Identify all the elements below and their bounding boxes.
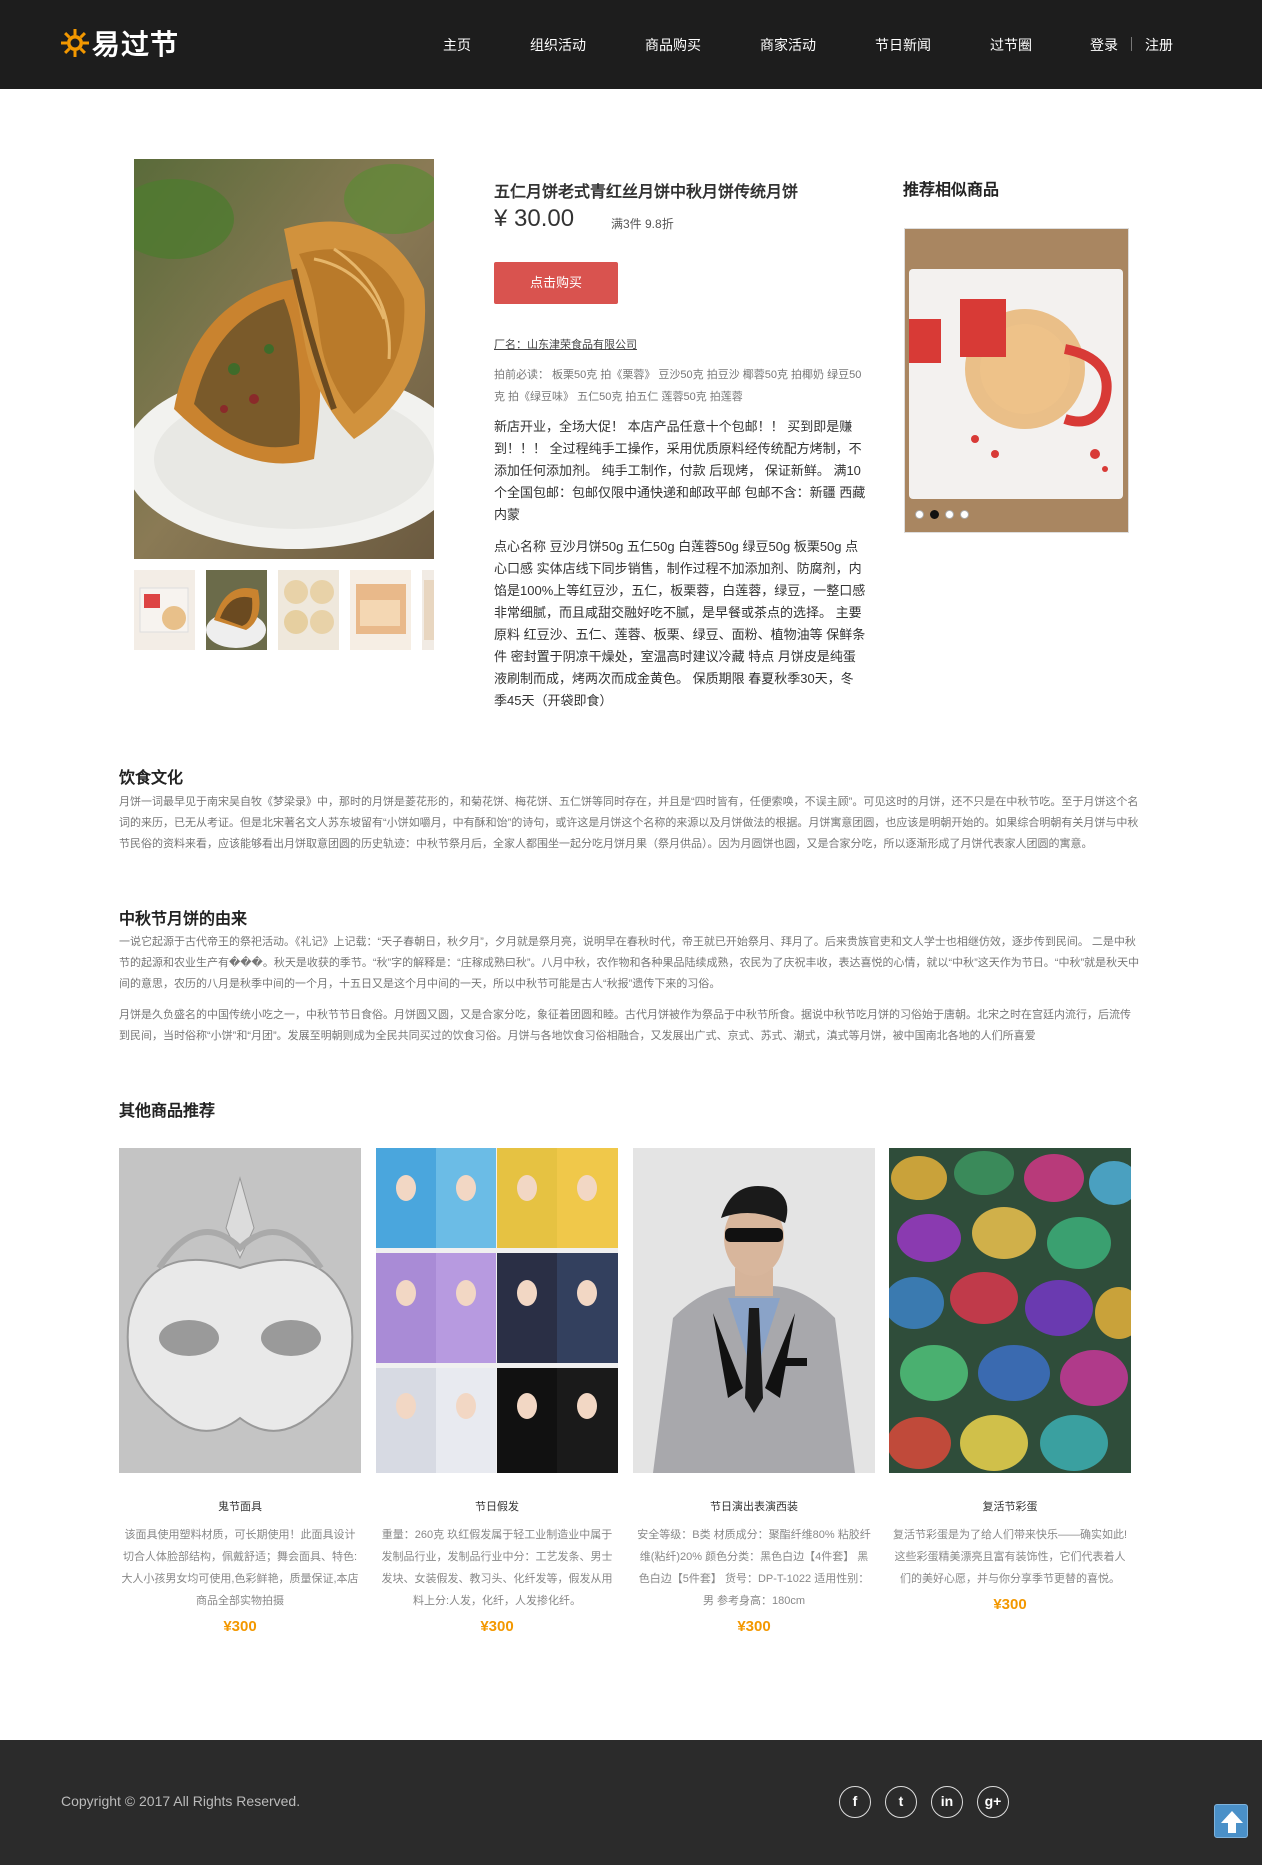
thumbnail-strip [134, 570, 434, 650]
thumbnail[interactable] [134, 570, 195, 650]
nav-shop[interactable]: 商品购买 [645, 35, 701, 55]
product-card-desc: 复活节彩蛋是为了给人们带来快乐——确实如此!这些彩蛋精美漂亮且富有装饰性，它们代… [892, 1529, 1128, 1585]
product-card-name[interactable]: 节日演出表演西装 [633, 1498, 875, 1514]
factory-link[interactable]: 厂名：山东津荣食品有限公司 [494, 336, 637, 352]
product-card-desc: 安全等级：B类 材质成分：聚酯纤维80% 粘胶纤维(粘纤)20% 颜色分类：黑色… [637, 1529, 871, 1607]
nav-home[interactable]: 主页 [443, 35, 471, 55]
mask-image [119, 1148, 361, 1473]
nav-holiday-circle[interactable]: 过节圈 [990, 35, 1032, 55]
product-card-image[interactable] [633, 1148, 875, 1473]
copyright-text: Copyright © 2017 All Rights Reserved. [61, 1793, 301, 1809]
facebook-icon[interactable]: f [839, 1786, 871, 1818]
product-card-price: ¥300 [737, 1618, 771, 1635]
product-card-price: ¥300 [993, 1596, 1027, 1613]
product-card-desc: 该面具使用塑料材质，可长期使用！此面具设计切合人体脸部结构，佩戴舒适；舞会面具、… [121, 1529, 359, 1607]
product-card-price: ¥300 [223, 1618, 257, 1635]
food-culture-paragraph: 月饼一词最早见于南宋吴自牧《梦梁录》中，那时的月饼是菱花形的，和菊花饼、梅花饼、… [119, 796, 1139, 850]
recommend-carousel[interactable] [904, 228, 1129, 533]
section-heading-food-culture: 饮食文化 [119, 770, 184, 787]
easter-eggs-image [889, 1148, 1131, 1473]
nav-organize-activities[interactable]: 组织活动 [530, 35, 586, 55]
product-card[interactable]: 鬼节面具 该面具使用塑料材质，可长期使用！此面具设计切合人体脸部结构，佩戴舒适；… [119, 1148, 361, 1635]
product-card[interactable]: 复活节彩蛋 复活节彩蛋是为了给人们带来快乐——确实如此!这些彩蛋精美漂亮且富有装… [889, 1148, 1131, 1613]
arrow-up-icon [1221, 1811, 1243, 1833]
logo[interactable]: 易过节 [60, 26, 179, 60]
carousel-dot[interactable] [945, 510, 954, 519]
promo-text: 新店开业，全场大促！ 本店产品任意十个包邮！！ 买到即是赚到！！！ 全过程纯手工… [494, 419, 866, 522]
nav-divider [1131, 37, 1132, 51]
thumbnail[interactable] [278, 570, 339, 650]
nav-holiday-news[interactable]: 节日新闻 [875, 35, 931, 55]
origin-paragraph-2: 月饼是久负盛名的中国传统小吃之一，中秋节节日食俗。月饼圆又圆，又是合家分吃，象征… [119, 1009, 1131, 1042]
product-card[interactable]: 节日假发 重量：260克 玖红假发属于轻工业制造业中属于发制品行业，发制品行业中… [376, 1148, 618, 1635]
product-card-name[interactable]: 节日假发 [376, 1498, 618, 1514]
section-heading-mooncake-origin: 中秋节月饼的由来 [119, 911, 248, 928]
mooncake-image [134, 159, 434, 559]
carousel-dot-active[interactable] [930, 510, 939, 519]
thumbnail[interactable] [206, 570, 267, 650]
login-link[interactable]: 登录 [1090, 35, 1118, 55]
linkedin-icon[interactable]: in [931, 1786, 963, 1818]
google-plus-icon[interactable]: g+ [977, 1786, 1009, 1818]
suit-image [633, 1148, 875, 1473]
logo-text: 易过节 [92, 29, 180, 60]
product-card-desc: 重量：260克 玖红假发属于轻工业制造业中属于发制品行业，发制品行业中分：工艺发… [381, 1529, 613, 1607]
site-footer: Copyright © 2017 All Rights Reserved. f … [0, 1740, 1262, 1865]
carousel-dots [915, 510, 969, 519]
product-card-image[interactable] [889, 1148, 1131, 1473]
register-link[interactable]: 注册 [1145, 35, 1173, 55]
product-card-image[interactable] [119, 1148, 361, 1473]
back-to-top-button[interactable] [1214, 1804, 1248, 1838]
origin-paragraph-1: 一说它起源于古代帝王的祭祀活动。《礼记》上记载：“天子春朝日，秋夕月”，夕月就是… [119, 936, 1140, 990]
carousel-dot[interactable] [915, 510, 924, 519]
thumbnail[interactable] [422, 570, 434, 650]
recommend-title: 推荐相似商品 [903, 182, 1000, 199]
product-card-price: ¥300 [480, 1618, 514, 1635]
product-title: 五仁月饼老式青红丝月饼中秋月饼传统月饼 [494, 184, 799, 201]
buy-button[interactable]: 点击购买 [494, 262, 618, 304]
product-card-name[interactable]: 鬼节面具 [119, 1498, 361, 1514]
product-card[interactable]: 节日演出表演西装 安全等级：B类 材质成分：聚酯纤维80% 粘胶纤维(粘纤)20… [633, 1148, 875, 1635]
product-card-name[interactable]: 复活节彩蛋 [889, 1498, 1131, 1514]
carousel-dot[interactable] [960, 510, 969, 519]
twitter-icon[interactable]: t [885, 1786, 917, 1818]
site-header: 易过节 主页 组织活动 商品购买 商家活动 节日新闻 过节圈 登录 注册 [0, 0, 1262, 89]
sun-icon [61, 29, 89, 57]
section-heading-other-products: 其他商品推荐 [119, 1103, 216, 1120]
product-price: ¥ 30.00 [494, 205, 575, 232]
product-discount: 满3件 9.8折 [611, 217, 674, 231]
recommend-image [905, 229, 1128, 532]
thumbnail[interactable] [350, 570, 411, 650]
nav-merchant-activities[interactable]: 商家活动 [760, 35, 816, 55]
product-main-image[interactable] [134, 159, 434, 559]
product-detail-text: 点心名称 豆沙月饼50g 五仁50g 白莲蓉50g 绿豆50g 板栗50g 点心… [494, 539, 866, 708]
wig-image [376, 1148, 618, 1473]
product-card-image[interactable] [376, 1148, 618, 1473]
pre-purchase-note: 拍前必读： 板栗50克 拍《栗蓉》 豆沙50克 拍豆沙 椰蓉50克 拍椰奶 绿豆… [494, 369, 862, 403]
